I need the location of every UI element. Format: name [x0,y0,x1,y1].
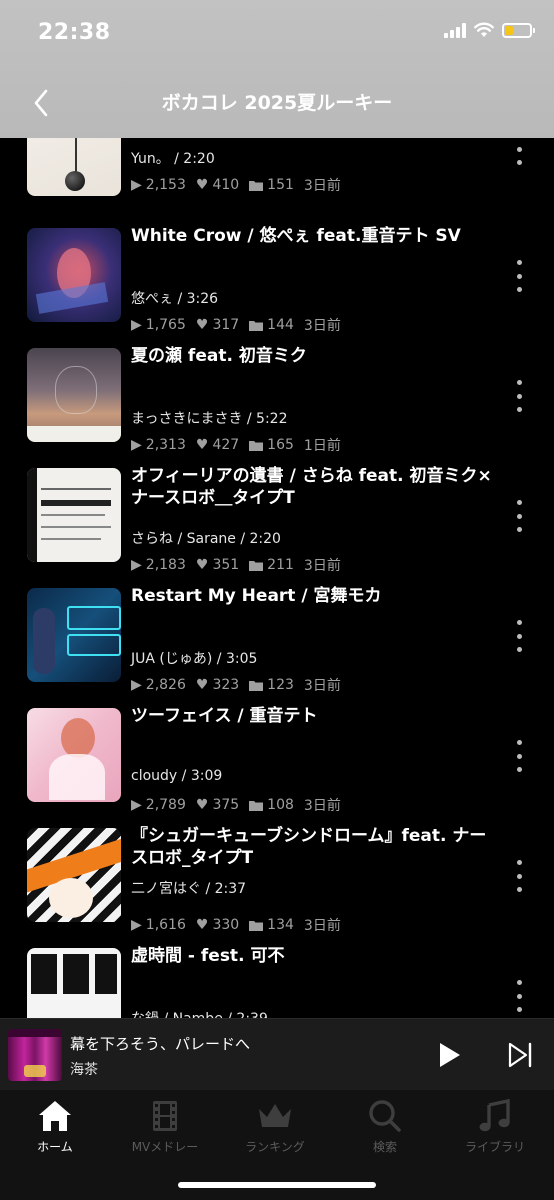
mini-player[interactable]: 幕を下ろそう、パレードへ 海茶 [0,1018,554,1091]
tab-library-label: ライブラリ [464,1140,525,1154]
search-icon [369,1100,401,1132]
track-list[interactable]: Yun。 / 2:20 ▶ 2,153 ♥ 410 151 3日前 White Cr… [0,138,554,1018]
heart-icon: ♥ [195,437,209,453]
now-playing-artwork [8,1029,62,1081]
tab-search-label: 検索 [372,1140,397,1154]
track-thumbnail [27,708,121,802]
track-title[interactable]: オフィーリアの遺書 / さらね feat. 初音ミク×ナースロボ＿タイプT [131,465,501,509]
track-artist: さらね / Sarane / 2:20 [131,531,281,547]
track-stats: ▶ 2,789 ♥ 375 108 3日前 [131,797,341,814]
track-thumbnail [27,228,121,322]
list-item[interactable]: 夏の瀬 feat. 初音ミク まっさきにまさき / 5:22 ▶ 2,313 ♥ 4… [0,340,554,460]
home-icon [39,1101,71,1131]
home-indicator[interactable] [178,1182,376,1188]
tab-home[interactable]: ホーム [0,1098,110,1155]
now-playing-title[interactable]: 幕を下ろそう、パレードへ [70,1033,250,1054]
heart-icon: ♥ [195,177,209,193]
track-artist: 二ノ宮はぐ / 2:37 [131,881,247,897]
folder-icon [249,800,264,811]
track-artist: な鍋 / Nambe / 2:39 [131,1008,268,1018]
folder-icon [249,560,264,571]
track-title[interactable]: ツーフェイス / 重音テト [131,705,501,727]
play-button[interactable] [436,1041,462,1069]
more-button[interactable] [512,138,526,165]
wifi-icon [474,22,494,37]
track-thumbnail [27,138,121,196]
play-count-icon: ▶ [131,557,142,573]
track-artist: JUA (じゅあ) / 3:05 [131,651,258,667]
more-button[interactable] [512,260,526,292]
heart-icon: ♥ [195,317,209,333]
folder-icon [249,180,264,191]
folder-icon [249,440,264,451]
play-icon [440,1043,460,1067]
heart-icon: ♥ [195,917,209,933]
list-item[interactable]: 虚時間 - fest. 可不 な鍋 / Nambe / 2:39 [0,940,554,1018]
battery-icon [502,22,535,38]
list-item[interactable]: Restart My Heart / 宮舞モカ JUA (じゅあ) / 3:05… [0,580,554,700]
track-title[interactable]: 虚時間 - fest. 可不 [131,945,501,967]
track-thumbnail [27,588,121,682]
signal-icon [444,22,466,38]
track-title[interactable]: 夏の瀬 feat. 初音ミク [131,345,501,367]
track-thumbnail [27,468,121,562]
heart-icon: ♥ [195,557,209,573]
list-item[interactable]: オフィーリアの遺書 / さらね feat. 初音ミク×ナースロボ＿タイプT さら… [0,460,554,580]
track-thumbnail [27,948,121,1018]
tab-ranking-label: ランキング [245,1140,305,1154]
more-button[interactable] [512,740,526,772]
skip-next-icon [508,1042,532,1068]
film-icon [153,1101,177,1131]
track-stats: ▶ 1,616 ♥ 330 134 3日前 [131,917,341,934]
folder-icon [249,320,264,331]
tab-mv-medley[interactable]: MVメドレー [110,1098,220,1155]
header: 22:38 ボカコレ 2025夏ルーキー [0,0,554,138]
track-stats: ▶ 1,765 ♥ 317 144 3日前 [131,317,341,334]
next-button[interactable] [506,1041,534,1069]
more-button[interactable] [512,500,526,532]
track-stats: ▶ 2,313 ♥ 427 165 1日前 [131,437,341,454]
track-stats: ▶ 2,153 ♥ 410 151 3日前 [131,177,341,194]
track-title[interactable]: Restart My Heart / 宮舞モカ [131,585,501,607]
track-artist: Yun。 / 2:20 [131,151,215,167]
play-count-icon: ▶ [131,437,142,453]
list-item[interactable]: 『シュガーキューブシンドローム』feat. ナースロボ_タイプT 二ノ宮はぐ /… [0,820,554,940]
tab-search[interactable]: 検索 [330,1098,440,1155]
more-button[interactable] [512,380,526,412]
more-button[interactable] [512,860,526,892]
tab-ranking[interactable]: ランキング [220,1098,330,1155]
play-count-icon: ▶ [131,677,142,693]
status-time: 22:38 [38,20,111,45]
track-thumbnail [27,348,121,442]
heart-icon: ♥ [195,797,209,813]
track-artist: まっさきにまさき / 5:22 [131,411,288,427]
status-icons [444,22,535,38]
more-button[interactable] [512,980,526,1012]
track-stats: ▶ 2,183 ♥ 351 211 3日前 [131,557,341,574]
heart-icon: ♥ [195,677,209,693]
folder-icon [249,920,264,931]
track-title[interactable]: 『シュガーキューブシンドローム』feat. ナースロボ_タイプT [131,825,501,869]
play-count-icon: ▶ [131,797,142,813]
track-artist: 悠ぺぇ / 3:26 [131,291,219,307]
page-title: ボカコレ 2025夏ルーキー [161,92,393,114]
list-item[interactable]: White Crow / 悠ぺぇ feat.重音テト SV 悠ぺぇ / 3:26… [0,220,554,340]
play-count-icon: ▶ [131,317,142,333]
list-item[interactable]: ツーフェイス / 重音テト cloudy / 3:09 ▶ 2,789 ♥ 375 … [0,700,554,820]
track-stats: ▶ 2,826 ♥ 323 123 3日前 [131,677,341,694]
play-count-icon: ▶ [131,177,142,193]
track-artist: cloudy / 3:09 [131,768,223,784]
tab-library[interactable]: ライブラリ [440,1098,550,1155]
tab-mv-medley-label: MVメドレー [131,1140,199,1154]
music-note-icon [479,1099,510,1132]
play-count-icon: ▶ [131,917,142,933]
tab-home-label: ホーム [37,1140,73,1154]
more-button[interactable] [512,620,526,652]
now-playing-artist: 海茶 [70,1062,98,1078]
folder-icon [249,680,264,691]
track-title[interactable]: White Crow / 悠ぺぇ feat.重音テト SV [131,225,501,247]
track-thumbnail [27,828,121,922]
crown-icon [259,1104,291,1127]
